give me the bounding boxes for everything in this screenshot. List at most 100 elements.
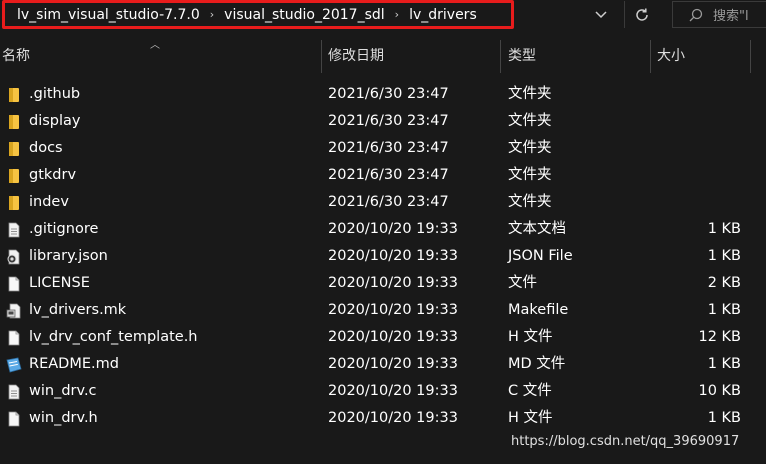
file-row[interactable]: README.md 2020/10/20 19:33 MD 文件 1 KB <box>0 351 766 378</box>
file-name: LICENSE <box>29 275 90 291</box>
search-placeholder: 搜索"l <box>713 9 749 24</box>
file-row[interactable]: win_drv.c 2020/10/20 19:33 C 文件 10 KB <box>0 378 766 405</box>
file-row[interactable]: win_drv.h 2020/10/20 19:33 H 文件 1 KB <box>0 405 766 432</box>
file-size <box>650 108 741 135</box>
file-row[interactable]: .gitignore 2020/10/20 19:33 文本文档 1 KB <box>0 216 766 243</box>
chevron-right-icon[interactable]: › <box>210 8 214 21</box>
file-date: 2020/10/20 19:33 <box>328 383 458 399</box>
search-icon <box>689 8 703 22</box>
file-list: .github 2021/6/30 23:47 文件夹 display 2021… <box>0 81 766 432</box>
file-size: 10 KB <box>698 383 741 399</box>
file-date: 2020/10/20 19:33 <box>328 356 458 372</box>
file-row[interactable]: lv_drivers.mk 2020/10/20 19:33 Makefile … <box>0 297 766 324</box>
text-file-icon <box>4 378 24 405</box>
file-size <box>650 135 741 162</box>
folder-icon <box>4 81 24 108</box>
file-row[interactable]: display 2021/6/30 23:47 文件夹 <box>0 108 766 135</box>
breadcrumb-item-lv-drivers[interactable]: lv_drivers <box>409 7 477 23</box>
file-type: H 文件 <box>508 410 553 426</box>
file-type: 文本文档 <box>508 221 566 237</box>
column-divider[interactable] <box>650 40 651 73</box>
file-name: lv_drivers.mk <box>29 302 127 318</box>
file-size: 1 KB <box>707 356 741 372</box>
file-name: .github <box>29 86 81 102</box>
file-name: display <box>29 113 81 129</box>
file-row[interactable]: gtkdrv 2021/6/30 23:47 文件夹 <box>0 162 766 189</box>
file-type: H 文件 <box>508 329 553 345</box>
column-header-type[interactable]: 类型 <box>508 40 650 73</box>
refresh-icon <box>636 8 648 21</box>
makefile-icon <box>4 297 24 324</box>
file-date: 2021/6/30 23:47 <box>328 167 449 183</box>
column-header-row: ︿ 名称 修改日期 类型 大小 <box>0 40 766 73</box>
file-type: 文件夹 <box>508 140 552 156</box>
breadcrumb[interactable]: lv_sim_visual_studio-7.7.0 › visual_stud… <box>2 0 514 29</box>
chevron-down-icon <box>595 11 607 19</box>
folder-icon <box>4 162 24 189</box>
file-name: win_drv.c <box>29 383 97 399</box>
file-row[interactable]: docs 2021/6/30 23:47 文件夹 <box>0 135 766 162</box>
file-date: 2021/6/30 23:47 <box>328 86 449 102</box>
file-date: 2020/10/20 19:33 <box>328 248 458 264</box>
address-dropdown-button[interactable] <box>590 4 612 26</box>
column-header-date[interactable]: 修改日期 <box>328 40 500 73</box>
file-type: C 文件 <box>508 383 552 399</box>
file-date: 2020/10/20 19:33 <box>328 329 458 345</box>
file-icon <box>4 324 24 351</box>
column-divider[interactable] <box>321 40 322 73</box>
file-size <box>650 81 741 108</box>
file-row[interactable]: .github 2021/6/30 23:47 文件夹 <box>0 81 766 108</box>
column-divider[interactable] <box>750 40 751 73</box>
file-name: README.md <box>29 356 119 372</box>
folder-icon <box>4 108 24 135</box>
markdown-file-icon <box>4 351 24 378</box>
file-date: 2020/10/20 19:33 <box>328 302 458 318</box>
folder-icon <box>4 189 24 216</box>
file-type: Makefile <box>508 302 569 318</box>
column-divider[interactable] <box>500 40 501 73</box>
file-name: gtkdrv <box>29 167 77 183</box>
file-date: 2020/10/20 19:33 <box>328 410 458 426</box>
file-row[interactable]: indev 2021/6/30 23:47 文件夹 <box>0 189 766 216</box>
file-size: 1 KB <box>707 248 741 264</box>
file-icon <box>4 405 24 432</box>
file-row[interactable]: lv_drv_conf_template.h 2020/10/20 19:33 … <box>0 324 766 351</box>
address-toolbar: lv_sim_visual_studio-7.7.0 › visual_stud… <box>0 0 766 32</box>
column-header-size[interactable]: 大小 <box>657 40 749 73</box>
file-name: docs <box>29 140 63 156</box>
file-row[interactable]: LICENSE 2020/10/20 19:33 文件 2 KB <box>0 270 766 297</box>
file-date: 2020/10/20 19:33 <box>328 221 458 237</box>
file-size: 1 KB <box>707 302 741 318</box>
column-header-name[interactable]: 名称 <box>2 40 320 73</box>
file-size: 1 KB <box>707 410 741 426</box>
json-file-icon <box>4 243 24 270</box>
file-type: 文件夹 <box>508 86 552 102</box>
file-type: JSON File <box>508 248 573 264</box>
breadcrumb-item-lv-sim[interactable]: lv_sim_visual_studio-7.7.0 <box>17 7 200 23</box>
watermark: https://blog.csdn.net/qq_39690917 <box>511 434 740 449</box>
file-type: 文件夹 <box>508 113 552 129</box>
file-size: 2 KB <box>707 275 741 291</box>
file-type: 文件夹 <box>508 194 552 210</box>
refresh-button[interactable] <box>624 1 659 28</box>
text-file-icon <box>4 216 24 243</box>
file-type: 文件夹 <box>508 167 552 183</box>
file-name: .gitignore <box>29 221 99 237</box>
file-name: indev <box>29 194 69 210</box>
file-type: MD 文件 <box>508 356 566 372</box>
file-type: 文件 <box>508 275 537 291</box>
folder-icon <box>4 135 24 162</box>
file-name: library.json <box>29 248 108 264</box>
file-date: 2021/6/30 23:47 <box>328 113 449 129</box>
file-size: 1 KB <box>707 221 741 237</box>
file-date: 2021/6/30 23:47 <box>328 194 449 210</box>
breadcrumb-item-visual-studio[interactable]: visual_studio_2017_sdl <box>224 7 385 23</box>
file-row[interactable]: library.json 2020/10/20 19:33 JSON File … <box>0 243 766 270</box>
search-input[interactable]: 搜索"l <box>672 1 766 28</box>
file-size <box>650 189 741 216</box>
file-size: 12 KB <box>698 329 741 345</box>
file-name: lv_drv_conf_template.h <box>29 329 198 345</box>
file-date: 2020/10/20 19:33 <box>328 275 458 291</box>
file-name: win_drv.h <box>29 410 98 426</box>
chevron-right-icon[interactable]: › <box>395 8 399 21</box>
